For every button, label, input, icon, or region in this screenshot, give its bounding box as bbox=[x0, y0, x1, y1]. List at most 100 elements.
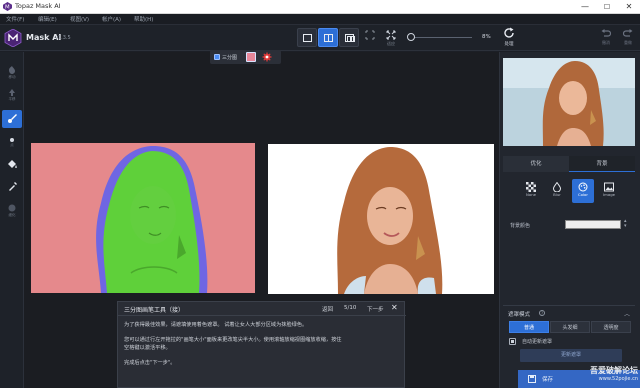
tab-refine[interactable]: 优化 bbox=[503, 156, 569, 172]
minimize-button[interactable]: — bbox=[574, 0, 596, 14]
brush-tool[interactable] bbox=[2, 110, 22, 128]
left-toolbar: 移动 平移 点 细化 bbox=[0, 52, 24, 388]
undo-icon bbox=[601, 29, 612, 37]
help-icon[interactable]: ? bbox=[539, 310, 545, 316]
undo-button[interactable]: 撤消 bbox=[598, 29, 614, 47]
menu-bar: 文件(F) 编辑(E) 视图(V) 帐户(A) 帮助(H) bbox=[0, 14, 640, 25]
redo-button[interactable]: 重做 bbox=[620, 29, 636, 47]
mode-hair-button[interactable]: 头发细 bbox=[550, 321, 590, 333]
trimap-preview-image[interactable] bbox=[31, 143, 255, 293]
dot-tool[interactable]: 点 bbox=[2, 134, 22, 152]
brand-version: v1.3.5 bbox=[55, 35, 71, 41]
bg-option-image-label: Image bbox=[603, 192, 615, 197]
bg-option-none[interactable]: None bbox=[520, 179, 542, 203]
mode-transparency-button[interactable]: 透明度 bbox=[591, 321, 631, 333]
auto-update-label: 自动更新遮罩 bbox=[522, 339, 553, 345]
side-by-side-view-icon bbox=[345, 34, 355, 42]
single-view-icon bbox=[303, 34, 312, 42]
app-logo-icon: M bbox=[3, 2, 12, 11]
paint-bucket-icon bbox=[7, 160, 17, 168]
save-label: 保存 bbox=[542, 377, 554, 383]
tutorial-close-button[interactable]: ✕ bbox=[391, 303, 398, 312]
zoom-slider-handle[interactable] bbox=[407, 33, 415, 41]
image-icon bbox=[604, 182, 614, 192]
single-view-button[interactable] bbox=[297, 28, 317, 47]
menu-account[interactable]: 帐户(A) bbox=[102, 15, 121, 23]
tutorial-panel: 三分图画笔工具（接） 返回 5/10 下一步 ✕ 为了获得最佳效果，请遮填使用着… bbox=[117, 301, 406, 388]
eyedropper-tool[interactable] bbox=[2, 178, 22, 196]
redo-icon bbox=[622, 29, 633, 37]
mask-ai-logo-icon bbox=[4, 29, 22, 47]
droplet-icon bbox=[552, 182, 562, 192]
result-cutout bbox=[268, 144, 494, 294]
menu-edit[interactable]: 编辑(E) bbox=[38, 15, 57, 23]
forum-watermark: 吾爱破解论坛 www.52pojie.cn bbox=[572, 365, 638, 382]
navigator-thumbnail[interactable] bbox=[503, 58, 635, 146]
tutorial-title: 三分图画笔工具（接） bbox=[124, 307, 185, 314]
side-by-side-view-button[interactable] bbox=[339, 28, 359, 47]
menu-view[interactable]: 视图(V) bbox=[70, 15, 89, 23]
process-button[interactable]: 处理 bbox=[500, 27, 518, 49]
trimap-overlay bbox=[31, 143, 255, 293]
svg-text:M: M bbox=[5, 4, 10, 10]
menu-file[interactable]: 文件(F) bbox=[6, 15, 24, 23]
refresh-icon bbox=[504, 27, 514, 38]
tutorial-page-indicator: 5/10 bbox=[344, 305, 357, 311]
mask-mode-label: 遮罩模式 bbox=[508, 312, 531, 318]
fill-tool[interactable] bbox=[2, 156, 22, 174]
eyedropper-icon bbox=[8, 182, 17, 191]
window-title: Topaz Mask AI bbox=[15, 2, 61, 10]
trimap-checkbox[interactable] bbox=[214, 54, 220, 60]
bg-option-color-label: Color bbox=[578, 192, 588, 197]
tab-background[interactable]: 背景 bbox=[569, 156, 635, 172]
undo-label: 撤消 bbox=[602, 40, 610, 45]
bg-color-swatch[interactable] bbox=[565, 220, 621, 229]
fit-label: 适应 bbox=[387, 41, 395, 46]
zoom-slider-track[interactable] bbox=[414, 37, 472, 38]
menu-help[interactable]: 帮助(H) bbox=[134, 15, 153, 23]
hand-tool[interactable]: 平移 bbox=[2, 84, 22, 102]
bg-color-label: 背景颜色 bbox=[510, 223, 531, 229]
close-window-button[interactable]: ✕ bbox=[618, 0, 640, 14]
title-bar: M Topaz Mask AI — ☐ ✕ bbox=[0, 0, 640, 14]
tutorial-paragraph-2a: 您可以通过行左开拖拉的"画笔大小"面板来更改笔尖半大小。使用滚轴放缩视图缩放收缩… bbox=[124, 337, 342, 343]
bg-color-stepper-icon[interactable]: ▴ ▾ bbox=[624, 219, 627, 229]
bg-option-blur-label: Blur bbox=[553, 192, 561, 197]
bg-option-blur[interactable]: Blur bbox=[546, 179, 568, 203]
refine-tool[interactable]: 细化 bbox=[2, 200, 22, 218]
collapse-chevron-icon[interactable]: ︿ bbox=[624, 309, 630, 318]
tutorial-back-button[interactable]: 返回 bbox=[322, 305, 333, 313]
palette-icon bbox=[578, 182, 588, 192]
process-label: 处理 bbox=[504, 42, 514, 47]
auto-update-checkbox[interactable] bbox=[509, 338, 516, 345]
trimap-label: 三分图 bbox=[222, 55, 238, 61]
tutorial-paragraph-2b: 空格键以激活平移。 bbox=[124, 345, 171, 351]
hand-tool-label: 平移 bbox=[8, 97, 16, 101]
bg-option-image[interactable]: Image bbox=[598, 179, 620, 203]
split-view-icon bbox=[324, 34, 333, 42]
crop-tool-button[interactable] bbox=[360, 28, 380, 48]
watermark-url: www.52pojie.cn bbox=[598, 376, 638, 382]
right-panel-tabs: 优化 背景 bbox=[503, 156, 635, 172]
bg-option-color[interactable]: Color bbox=[572, 179, 594, 203]
redo-label: 重做 bbox=[624, 40, 632, 45]
update-mask-button[interactable]: 更新遮罩 bbox=[520, 349, 622, 362]
result-preview-image[interactable] bbox=[268, 144, 494, 294]
settings-gear-icon[interactable] bbox=[262, 52, 272, 62]
move-icon bbox=[9, 66, 15, 74]
move-tool-label: 移动 bbox=[8, 75, 16, 79]
tutorial-paragraph-1: 为了获得最佳效果，请遮填使用着色遮罩。 试着让女人大部分区域为抹脸绿色。 bbox=[124, 322, 308, 328]
fit-button[interactable]: 适应 bbox=[381, 28, 401, 48]
refine-tool-label: 细化 bbox=[8, 213, 16, 217]
trimap-color-swatch[interactable] bbox=[246, 52, 256, 62]
zoom-value: 8% bbox=[482, 34, 491, 40]
tutorial-next-button[interactable]: 下一步 bbox=[367, 305, 384, 313]
mode-normal-button[interactable]: 普通 bbox=[509, 321, 549, 333]
dot-tool-label: 点 bbox=[10, 143, 14, 147]
watermark-title: 吾爱破解论坛 bbox=[590, 366, 638, 375]
right-panel-divider bbox=[503, 305, 635, 306]
maximize-button[interactable]: ☐ bbox=[596, 0, 618, 14]
move-tool[interactable]: 移动 bbox=[2, 62, 22, 80]
split-view-button[interactable] bbox=[318, 28, 338, 47]
trimap-toggle-bar: 三分图 bbox=[210, 50, 281, 64]
